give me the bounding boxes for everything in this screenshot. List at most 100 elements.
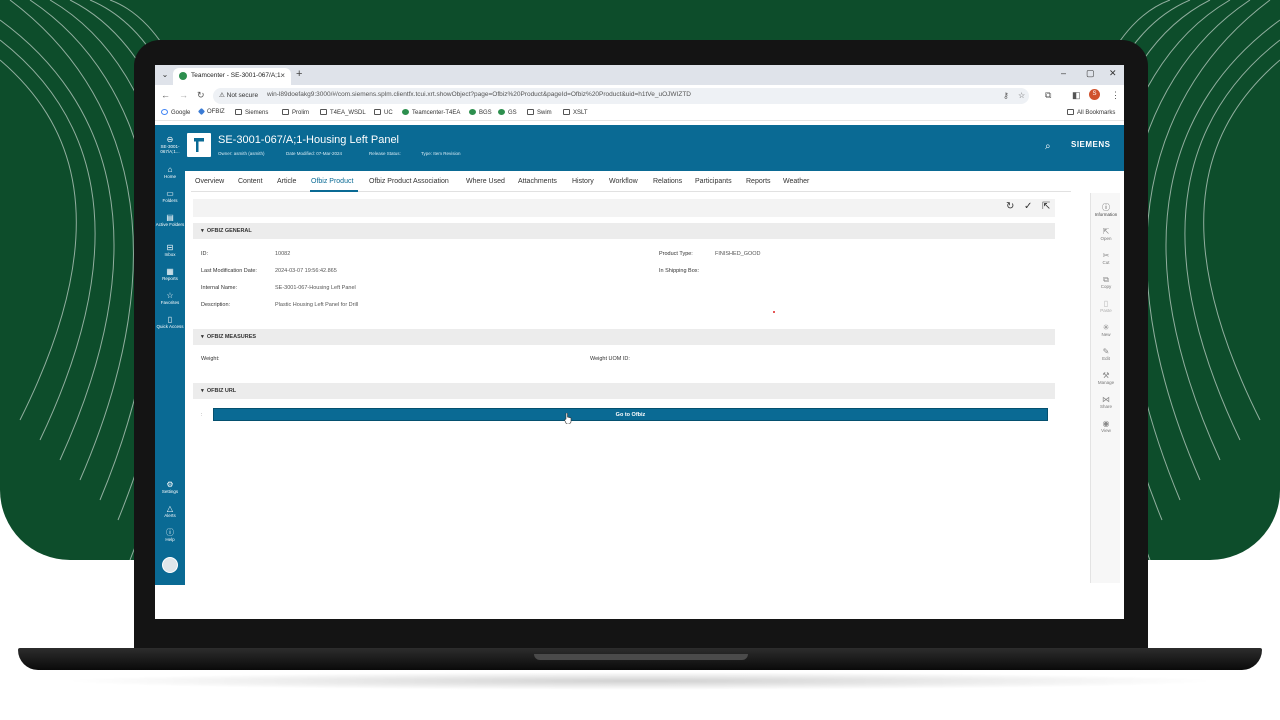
nav-home[interactable]: ⌂ Home [155,165,185,179]
profile-avatar[interactable]: S [1089,89,1100,100]
bookmark-star-icon[interactable]: ☆ [1018,91,1025,100]
url-text[interactable]: win-l89doefakg9:3000/#/com.siemens.splm.… [267,91,691,98]
minimize-button[interactable]: – [1061,68,1066,78]
folder-icon [1067,109,1074,115]
active-tab-indicator [310,190,358,192]
maximize-button[interactable]: ▢ [1086,68,1095,79]
tab-weather[interactable]: Weather [783,178,809,185]
nav-folders[interactable]: ▭ Folders [155,189,185,203]
refresh-icon[interactable]: ↻ [1006,201,1014,212]
user-avatar[interactable] [162,557,178,573]
window-close-button[interactable]: ✕ [1109,68,1117,79]
password-key-icon[interactable]: ⚷ [1003,91,1009,100]
active-folders-icon: ▤ [166,213,174,222]
section-ofbiz-general[interactable]: ▾ OFBIZ GENERAL [193,223,1055,239]
bell-icon: △ [166,504,174,513]
extensions-icon[interactable]: ⧉ [1045,90,1051,101]
laptop-shadow [60,672,1220,690]
bookmark-t4ea-wsdl[interactable]: T4EA_WSDL [320,109,366,116]
go-to-ofbiz-button[interactable]: Go to Ofbiz [213,408,1048,421]
bookmark-ofbiz[interactable]: OFBIZ [197,107,225,116]
cmd-copy[interactable]: ⧉ Copy [1091,275,1121,289]
bookmark-swim[interactable]: Swim [527,109,552,116]
section-title-measures: ▾ OFBIZ MEASURES [201,334,257,340]
url-row-marker: : [201,412,203,418]
tab-ofbiz-product[interactable]: Ofbiz Product [311,178,353,185]
product-type-label: Product Type: [659,251,693,257]
bookmark-uc[interactable]: UC [374,109,393,116]
help-icon: ⓘ [166,528,174,537]
cmd-share[interactable]: ⋈ Share [1091,395,1121,409]
reports-icon: ▦ [166,267,174,276]
nav-quick-access[interactable]: ▯ Quick Access [155,315,185,329]
object-title: SE-3001-067/A;1-Housing Left Panel [218,134,400,146]
reload-icon[interactable]: ↻ [197,90,205,101]
bookmark-google[interactable]: Google [161,109,190,116]
cmd-open[interactable]: ⇱ Open [1091,227,1121,241]
folder-icon [563,109,570,115]
tab-attachments[interactable]: Attachments [518,178,557,185]
bookmark-siemens[interactable]: Siemens [235,109,268,116]
tab-history[interactable]: History [572,178,594,185]
section-ofbiz-measures[interactable]: ▾ OFBIZ MEASURES [193,329,1055,345]
tab-article[interactable]: Article [277,178,296,185]
back-arrow-icon[interactable]: ← [161,90,170,100]
tab-relations[interactable]: Relations [653,178,682,185]
manage-icon: ⚒ [1102,371,1110,380]
weight-label: Weight: [201,356,220,362]
tab-where-used[interactable]: Where Used [466,178,505,185]
nav-back-object[interactable]: ⊖ SE-3001-067/A;1... [155,135,185,154]
nav-reports[interactable]: ▦ Reports [155,267,185,281]
browser-menu-icon[interactable]: ⋮ [1111,90,1120,101]
folder-icon [235,109,242,115]
not-secure-badge[interactable]: ⚠ Not secure [219,91,258,99]
export-icon[interactable]: ⇱ [1042,201,1050,212]
section-title-general: ▾ OFBIZ GENERAL [201,228,252,234]
bookmark-prolim[interactable]: Prolim [282,109,309,116]
bookmark-teamcenter-t4ea[interactable]: Teamcenter-T4EA [402,109,460,116]
close-tab-icon[interactable]: × [280,71,285,80]
new-icon: ✳ [1102,323,1110,332]
browser-tab-bar: ⌄ Teamcenter - SE-3001-067/A;1 × + – ▢ ✕ [155,65,1124,85]
ofbiz-icon [197,107,206,116]
address-bar[interactable]: ⚠ Not secure win-l89doefakg9:3000/#/com.… [213,88,1029,104]
cmd-manage[interactable]: ⚒ Manage [1091,371,1121,385]
nav-favorites[interactable]: ☆ Favorites [155,291,185,305]
id-label: ID: [201,251,209,257]
all-bookmarks[interactable]: All Bookmarks [1067,109,1115,116]
forward-arrow-icon[interactable]: → [179,90,188,100]
search-icon[interactable]: ⌕ [1045,141,1051,152]
new-tab-button[interactable]: + [296,68,302,80]
paste-icon: ▯ [1103,299,1109,308]
cmd-view[interactable]: ◉ View [1091,419,1121,433]
internal-name-label: Internal Name: [201,285,238,291]
tab-reports[interactable]: Reports [746,178,771,185]
tab-workflow[interactable]: Workflow [609,178,638,185]
cmd-cut[interactable]: ✂ Cut [1091,251,1121,265]
tab-search-icon[interactable]: ⌄ [159,69,171,81]
tab-participants[interactable]: Participants [695,178,732,185]
tab-ofbiz-product-association[interactable]: Ofbiz Product Association [369,178,449,185]
cmd-edit[interactable]: ✎ Edit [1091,347,1121,361]
nav-active-folders[interactable]: ▤ Active Folders [155,213,185,227]
tab-overview[interactable]: Overview [195,178,224,185]
section-ofbiz-url[interactable]: ▾ OFBIZ URL [193,383,1055,399]
bookmark-bgs[interactable]: BGS [469,109,492,116]
cmd-paste[interactable]: ▯ Paste [1091,299,1121,313]
nav-alerts[interactable]: △ Alerts [155,504,185,518]
side-panel-icon[interactable]: ◧ [1072,90,1081,101]
tab-content[interactable]: Content [238,178,263,185]
check-icon[interactable]: ✓ [1024,201,1032,212]
nav-inbox[interactable]: ⊟ Inbox [155,243,185,257]
bookmark-gs[interactable]: GS [498,109,517,116]
cmd-information[interactable]: ⓘ Information [1091,203,1121,217]
global-navigation: ⊖ SE-3001-067/A;1... ⌂ Home ▭ Folders ▤ Acti… [155,125,185,585]
type-field: Type: Item Revision [421,151,461,156]
nav-settings[interactable]: ⚙ Settings [155,480,185,494]
bookmark-xslt[interactable]: XSLT [563,109,588,116]
cmd-new[interactable]: ✳ New [1091,323,1121,337]
bookmarks-bar: Google OFBIZ Siemens Prolim T4EA_WSDL UC… [155,107,1124,121]
browser-tab[interactable]: Teamcenter - SE-3001-067/A;1 × [173,68,291,85]
nav-help[interactable]: ⓘ Help [155,528,185,542]
weight-uom-label: Weight UOM ID: [590,356,630,362]
